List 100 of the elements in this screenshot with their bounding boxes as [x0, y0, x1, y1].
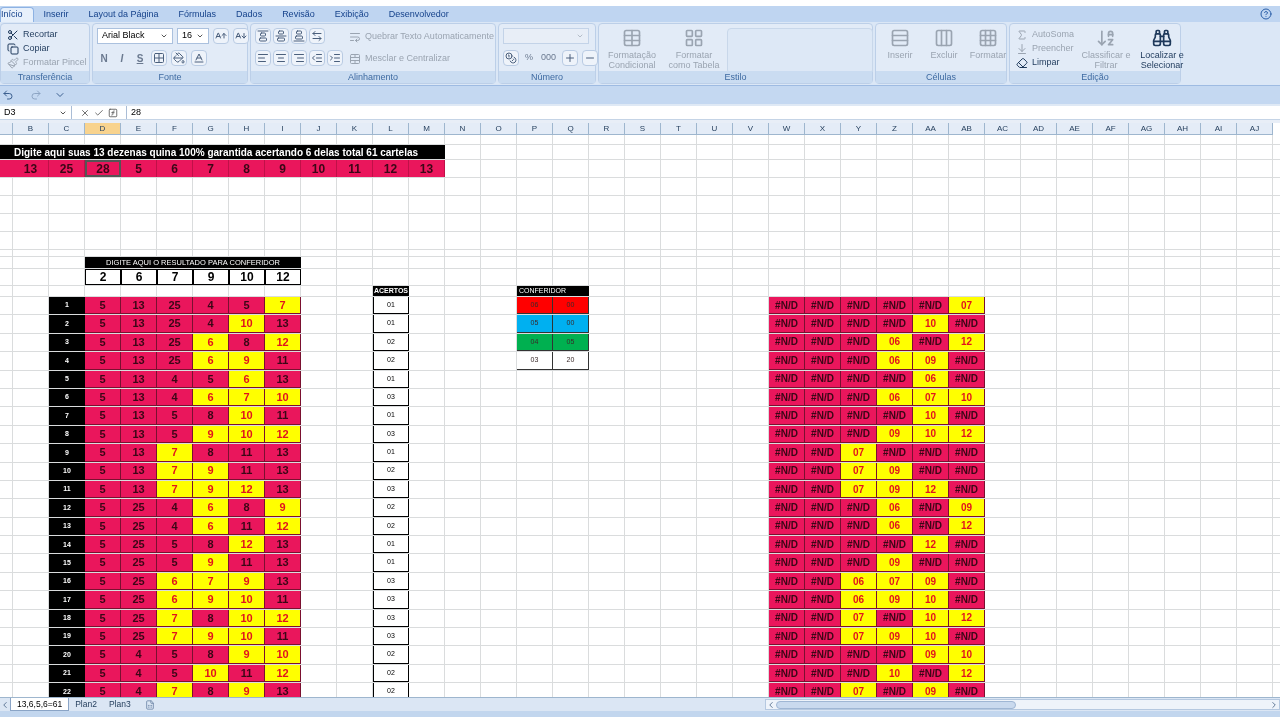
column-header[interactable]: H: [229, 123, 265, 135]
ribbon-tab[interactable]: Dados: [226, 7, 273, 22]
number-cell[interactable]: 10: [301, 160, 337, 177]
column-header[interactable]: AJ: [1237, 123, 1273, 135]
column-header[interactable]: V: [733, 123, 769, 135]
number-cell: 10: [229, 628, 265, 646]
column-header[interactable]: O: [481, 123, 517, 135]
name-box[interactable]: D3: [0, 106, 72, 119]
number-cell: 7: [265, 297, 301, 315]
result-cell[interactable]: 2: [85, 269, 121, 285]
check-cell: #N/D: [841, 352, 877, 370]
formula-field[interactable]: 28: [126, 106, 1280, 119]
number-cell[interactable]: 25: [49, 160, 85, 177]
number-cell[interactable]: 5: [121, 160, 157, 177]
column-header[interactable]: U: [697, 123, 733, 135]
column-header[interactable]: J: [301, 123, 337, 135]
column-header[interactable]: AG: [1129, 123, 1165, 135]
check-cell: #N/D: [877, 683, 913, 697]
column-header[interactable]: P: [517, 123, 553, 135]
number-cell: 4: [121, 683, 157, 697]
check-cell: #N/D: [805, 628, 841, 646]
number-cell[interactable]: 9: [265, 160, 301, 177]
check-cell: #N/D: [841, 315, 877, 333]
column-header[interactable]: AI: [1201, 123, 1237, 135]
column-header[interactable]: AH: [1165, 123, 1201, 135]
ribbon-button[interactable]: Recortar: [5, 28, 60, 42]
column-header[interactable]: AC: [985, 123, 1021, 135]
number-cell[interactable]: 13: [409, 160, 445, 177]
column-header[interactable]: K: [337, 123, 373, 135]
column-header[interactable]: AE: [1057, 123, 1093, 135]
number-cell[interactable]: 11: [337, 160, 373, 177]
column-header[interactable]: S: [625, 123, 661, 135]
result-cell[interactable]: 6: [121, 269, 157, 285]
number-cell: 5: [157, 536, 193, 554]
column-header[interactable]: E: [121, 123, 157, 135]
column-header[interactable]: B: [13, 123, 49, 135]
ribbon-tab[interactable]: Fórmulas: [168, 7, 227, 22]
column-header[interactable]: Z: [877, 123, 913, 135]
check-cell: #N/D: [841, 646, 877, 664]
sheet-tab[interactable]: Plan3: [102, 698, 137, 711]
check-cell: 09: [913, 352, 949, 370]
number-cell[interactable]: 28: [85, 160, 121, 177]
column-header[interactable]: L: [373, 123, 409, 135]
ribbon-tab[interactable]: Exibição: [324, 7, 379, 22]
column-header[interactable]: G: [193, 123, 229, 135]
column-header[interactable]: N: [445, 123, 481, 135]
result-cell[interactable]: 7: [157, 269, 193, 285]
ribbon-tab[interactable]: Inserir: [33, 7, 79, 22]
ribbon-button[interactable]: Localizar e Selecionar: [1136, 28, 1188, 71]
column-header[interactable]: W: [769, 123, 805, 135]
number-cell: 5: [157, 407, 193, 425]
ribbon-button[interactable]: Limpar: [1014, 56, 1062, 70]
check-cell: #N/D: [949, 591, 985, 609]
column-header[interactable]: AD: [1021, 123, 1057, 135]
number-cell[interactable]: 7: [193, 160, 229, 177]
number-cell: 13: [121, 315, 157, 333]
column-header[interactable]: I: [265, 123, 301, 135]
number-cell: 25: [121, 536, 157, 554]
number-cell[interactable]: 8: [229, 160, 265, 177]
column-header[interactable]: F: [157, 123, 193, 135]
result-cell[interactable]: 9: [193, 269, 229, 285]
number-cell[interactable]: 6: [157, 160, 193, 177]
number-cell: 5: [229, 297, 265, 315]
check-cell: #N/D: [841, 554, 877, 572]
ribbon-tab[interactable]: Desenvolvedor: [378, 7, 459, 22]
ribbon-tab[interactable]: Layout da Página: [78, 7, 169, 22]
group-label: Transferência: [1, 71, 89, 83]
number-cell: 10: [229, 315, 265, 333]
column-header[interactable]: Q: [553, 123, 589, 135]
column-header[interactable]: AA: [913, 123, 949, 135]
ribbon-button[interactable]: Copiar: [5, 42, 52, 56]
column-header[interactable]: AB: [949, 123, 985, 135]
sheet-tab[interactable]: Plan2: [69, 698, 103, 711]
number-cell: 13: [265, 315, 301, 333]
column-header[interactable]: C: [49, 123, 85, 135]
check-cell: #N/D: [769, 628, 805, 646]
column-header[interactable]: D: [85, 123, 121, 135]
ribbon-tab[interactable]: Início: [0, 7, 34, 22]
sheet-tab[interactable]: 13,6,5,6=61: [10, 698, 70, 711]
check-cell: #N/D: [913, 444, 949, 462]
number-cell[interactable]: 12: [373, 160, 409, 177]
column-header[interactable]: R: [589, 123, 625, 135]
ribbon-tab[interactable]: Revisão: [272, 7, 325, 22]
check-cell: #N/D: [949, 315, 985, 333]
font-select[interactable]: Arial Black: [97, 28, 173, 44]
column-header[interactable]: M: [409, 123, 445, 135]
column-header[interactable]: AF: [1093, 123, 1129, 135]
column-header[interactable]: Y: [841, 123, 877, 135]
number-cell: 5: [85, 315, 121, 333]
result-cell[interactable]: 12: [265, 269, 301, 285]
number-cell: 4: [157, 499, 193, 517]
number-cell: 11: [265, 628, 301, 646]
column-header[interactable]: T: [661, 123, 697, 135]
number-cell: 10: [229, 407, 265, 425]
number-cell[interactable]: 13: [13, 160, 49, 177]
font-size-select[interactable]: 16: [177, 28, 209, 44]
column-header[interactable]: X: [805, 123, 841, 135]
result-cell[interactable]: 10: [229, 269, 265, 285]
number-cell: 9: [229, 352, 265, 370]
number-cell: 11: [265, 352, 301, 370]
